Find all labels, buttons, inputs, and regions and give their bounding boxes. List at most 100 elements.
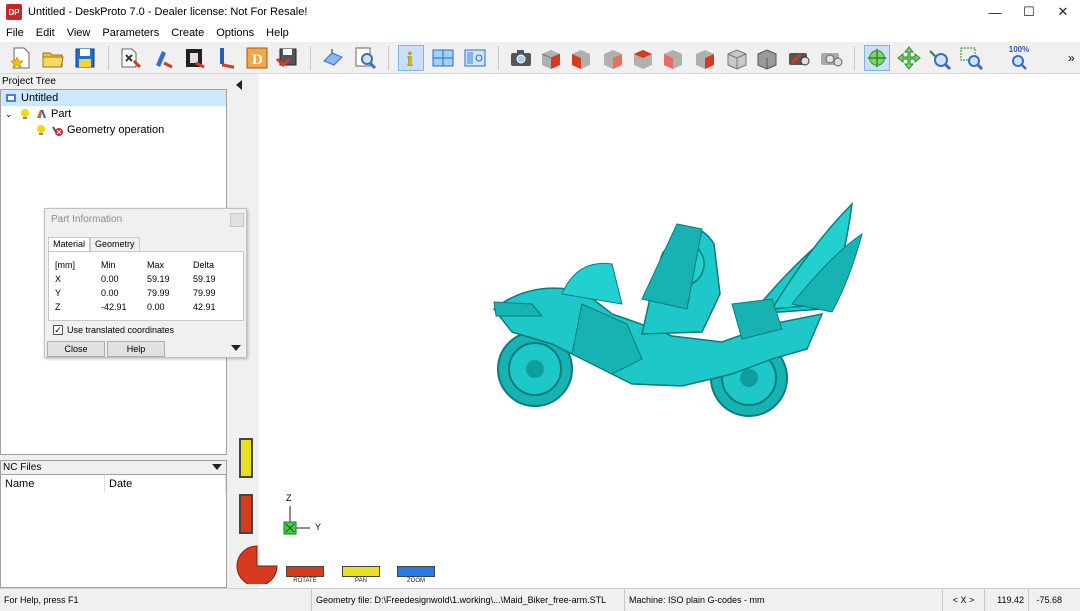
dropdown-arrow-icon[interactable]	[212, 464, 222, 472]
menu-options[interactable]: Options	[210, 27, 260, 39]
svg-text:i: i	[407, 49, 412, 69]
column-header-name[interactable]: Name	[1, 475, 105, 493]
layout-icon[interactable]	[462, 45, 488, 71]
column-header-date[interactable]: Date	[105, 475, 226, 493]
view-back-icon[interactable]	[600, 45, 626, 71]
dialog-close-icon[interactable]	[230, 213, 244, 227]
row-y-min: 0.00	[101, 288, 119, 298]
zoom-100-button[interactable]: 100%	[1006, 45, 1032, 71]
table-header-unit: [mm]	[55, 260, 75, 270]
maximize-button[interactable]: ☐	[1012, 0, 1046, 24]
3d-viewport[interactable]: Z Y ROTATE PAN ZOOM	[231, 74, 1080, 588]
view-wire-icon[interactable]	[754, 45, 780, 71]
simulate-icon[interactable]	[320, 45, 346, 71]
rotate-slider[interactable]	[239, 494, 253, 534]
table-header-min: Min	[101, 260, 116, 270]
row-z-max: 0.00	[147, 302, 165, 312]
menu-bar: File Edit View Parameters Create Options…	[0, 24, 1080, 42]
translated-coordinates-checkbox[interactable]: ✓	[53, 325, 63, 335]
zoom-100-label: 100%	[1008, 45, 1030, 54]
window-controls: — ☐ ✕	[978, 0, 1080, 24]
part-icon	[37, 109, 46, 119]
toolbar-overflow-button[interactable]: »	[1068, 51, 1075, 65]
tree-item-geometry-operation[interactable]: Geometry operation	[35, 122, 164, 138]
collapse-arrow-icon[interactable]	[235, 80, 243, 90]
menu-edit[interactable]: Edit	[30, 27, 61, 39]
view-left-icon[interactable]	[630, 45, 656, 71]
tab-material[interactable]: Material	[48, 237, 91, 251]
status-coordinate-1: 119.42	[985, 589, 1029, 611]
operation-error-icon	[52, 126, 63, 136]
minimize-button[interactable]: —	[978, 0, 1012, 24]
pan-slider[interactable]	[239, 438, 253, 478]
part-info-icon[interactable]: i	[398, 45, 424, 71]
pan-mode-label: PAN	[355, 578, 367, 584]
view-top-icon[interactable]	[692, 45, 718, 71]
magnifier-icon	[1012, 55, 1027, 70]
tree-item-label: Geometry operation	[67, 124, 165, 136]
axis-z-label: Z	[286, 493, 292, 503]
tree-item-project[interactable]: Untitled	[1, 90, 226, 106]
cutter-icon[interactable]	[214, 45, 240, 71]
axis-indicator	[283, 506, 310, 535]
tree-item-part[interactable]: ⌄ Part	[5, 106, 71, 122]
translated-coordinates-label: Use translated coordinates	[67, 325, 175, 335]
model-3d[interactable]	[492, 201, 863, 417]
dialog-title-bar[interactable]: Part Information	[45, 209, 246, 231]
rotate-view-icon[interactable]	[864, 45, 890, 71]
rotate-dial-icon[interactable]	[235, 544, 279, 584]
menu-parameters[interactable]: Parameters	[96, 27, 165, 39]
zoom-window-icon[interactable]	[958, 45, 984, 71]
snapshot-icon[interactable]	[818, 45, 844, 71]
row-z-min: -42.91	[101, 302, 127, 312]
row-x-axis: X	[55, 274, 62, 284]
pan-mode-button[interactable]	[342, 566, 380, 577]
camera-icon[interactable]	[508, 45, 534, 71]
new-file-icon[interactable]	[8, 45, 34, 71]
open-folder-icon[interactable]	[40, 45, 66, 71]
view-iso-icon[interactable]	[538, 45, 564, 71]
view-right-icon[interactable]	[660, 45, 686, 71]
view-front-icon[interactable]	[568, 45, 594, 71]
row-y-axis: Y	[55, 288, 62, 298]
translated-coordinates-row: ✓ Use translated coordinates	[53, 325, 174, 335]
drawing-icon[interactable]: D	[244, 45, 270, 71]
nc-files-title: NC Files	[3, 462, 42, 473]
save-icon[interactable]	[72, 45, 98, 71]
project-icon	[6, 94, 16, 102]
menu-file[interactable]: File	[0, 27, 30, 39]
axis-toggle-button[interactable]: < X >	[943, 589, 985, 611]
pan-view-icon[interactable]	[896, 45, 922, 71]
viewports-icon[interactable]	[430, 45, 456, 71]
add-part-icon[interactable]	[150, 45, 176, 71]
save-nc-icon[interactable]	[274, 45, 300, 71]
dialog-tabs: Material Geometry	[48, 237, 140, 251]
preview-icon[interactable]	[352, 45, 378, 71]
menu-create[interactable]: Create	[165, 27, 210, 39]
close-dialog-button[interactable]: Close	[47, 341, 105, 357]
window-title: Untitled - DeskProto 7.0 - Dealer licens…	[28, 6, 308, 18]
help-button[interactable]: Help	[107, 341, 165, 357]
nc-files-header: NC Files	[0, 460, 227, 474]
chevron-down-icon[interactable]: ⌄	[5, 106, 19, 122]
menu-help[interactable]: Help	[260, 27, 295, 39]
import-geometry-icon[interactable]	[118, 45, 144, 71]
menu-view[interactable]: View	[61, 27, 97, 39]
close-button[interactable]: ✕	[1046, 0, 1080, 24]
rotate-mode-button[interactable]	[286, 566, 324, 577]
zoom-view-icon[interactable]	[926, 45, 952, 71]
tree-item-label: Part	[51, 108, 72, 120]
zoom-mode-button[interactable]	[397, 566, 435, 577]
tab-geometry[interactable]: Geometry	[90, 237, 140, 251]
render-camera-icon[interactable]	[786, 45, 812, 71]
app-logo-icon: DP	[6, 4, 22, 20]
add-operation-icon[interactable]	[182, 45, 208, 71]
view-bottom-icon[interactable]	[724, 45, 750, 71]
table-header-max: Max	[147, 260, 165, 270]
lightbulb-icon	[37, 125, 45, 135]
viewport-canvas[interactable]	[232, 74, 1080, 588]
nc-files-list: Name Date	[0, 474, 227, 588]
project-tree-header: Project Tree	[0, 75, 227, 89]
row-x-delta: 59.19	[193, 274, 216, 284]
expand-arrow-icon[interactable]	[231, 345, 241, 353]
